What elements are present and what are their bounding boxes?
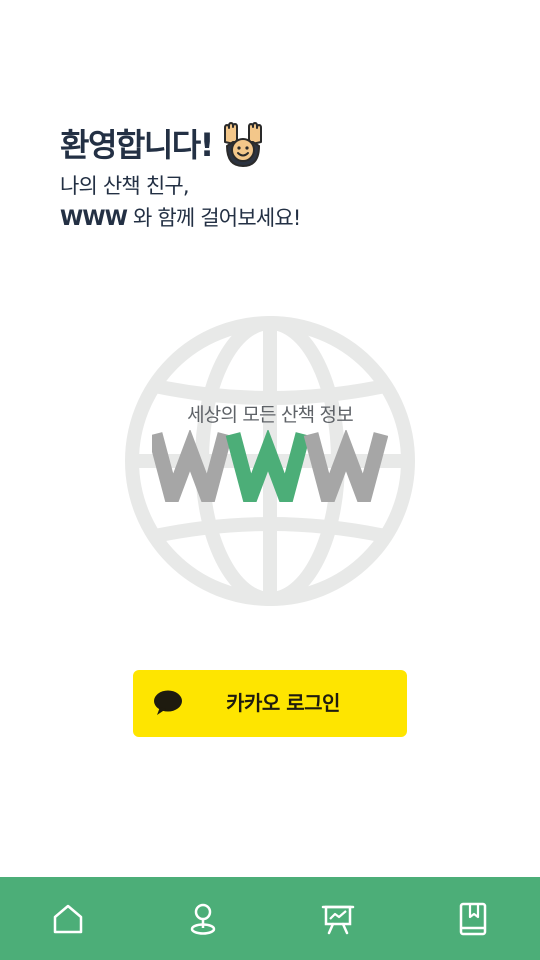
welcome-line-1: 나의 산책 친구, bbox=[60, 174, 190, 198]
hero-logo-area: 세상의 모든 산책 정보 bbox=[110, 306, 430, 616]
bottom-navigation bbox=[0, 877, 540, 960]
kakao-login-button[interactable]: 카카오 로그인 bbox=[133, 670, 407, 737]
kakao-login-label: 카카오 로그인 bbox=[226, 691, 340, 715]
welcome-title: 환영합니다! bbox=[60, 126, 214, 164]
bookmark-book-icon bbox=[459, 902, 486, 935]
raising-hands-emoji-icon bbox=[223, 122, 262, 168]
nav-item-book[interactable] bbox=[405, 877, 540, 960]
presentation-chart-icon bbox=[321, 905, 354, 934]
www-logo bbox=[152, 430, 388, 502]
welcome-title-row: 환영합니다! bbox=[60, 120, 480, 170]
welcome-line-2: WWW 와 함께 걸어보세요! bbox=[60, 202, 480, 234]
welcome-line-2-rest: 와 함께 걸어보세요! bbox=[127, 206, 301, 230]
nav-item-stats[interactable] bbox=[270, 877, 405, 960]
nav-item-home[interactable] bbox=[0, 877, 135, 960]
welcome-section: 환영합니다! 나의 산책 친구, WWW 와 함께 걸어보세요! bbox=[60, 120, 480, 234]
welcome-brand-name: WWW bbox=[60, 206, 128, 230]
nav-item-location[interactable] bbox=[135, 877, 270, 960]
home-icon bbox=[53, 904, 82, 933]
hero-tagline: 세상의 모든 산책 정보 bbox=[187, 404, 354, 426]
location-pin-icon bbox=[190, 903, 215, 935]
